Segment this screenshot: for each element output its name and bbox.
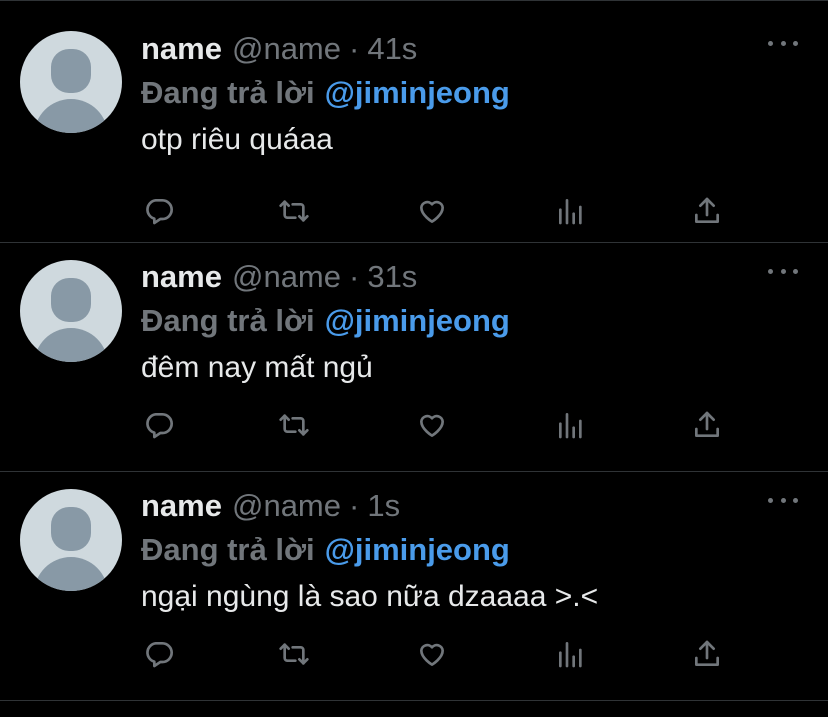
reply-icon[interactable]	[141, 636, 177, 672]
replying-to-label: Đang trả lời	[141, 75, 315, 110]
avatar[interactable]	[20, 260, 122, 362]
timeline: name @name · 41s Đang trả lời @jiminjeong…	[0, 0, 828, 701]
more-icon[interactable]	[768, 494, 798, 506]
display-name[interactable]: name	[141, 31, 222, 67]
user-handle[interactable]: @name	[232, 31, 341, 67]
avatar[interactable]	[20, 31, 122, 133]
mention-link[interactable]: @jiminjeong	[325, 532, 510, 567]
tweet[interactable]: name @name · 1s Đang trả lời @jiminjeong …	[0, 472, 828, 701]
retweet-icon[interactable]	[276, 636, 312, 672]
tweet-header: name @name · 41s	[141, 31, 798, 71]
more-icon[interactable]	[768, 265, 798, 277]
share-icon[interactable]	[689, 193, 725, 229]
display-name[interactable]: name	[141, 259, 222, 295]
separator: ·	[349, 31, 360, 66]
action-bar	[141, 407, 731, 443]
user-handle[interactable]: @name	[232, 488, 341, 524]
share-icon[interactable]	[689, 636, 725, 672]
avatar[interactable]	[20, 489, 122, 591]
separator: ·	[349, 488, 360, 523]
reply-icon[interactable]	[141, 407, 177, 443]
replying-to: Đang trả lời @jiminjeong	[141, 71, 798, 115]
tweet-text: đêm nay mất ngủ	[141, 351, 373, 384]
tweet-header: name @name · 1s	[141, 488, 798, 528]
timestamp[interactable]: 1s	[367, 488, 400, 524]
timestamp[interactable]: 41s	[367, 31, 417, 67]
more-icon[interactable]	[768, 37, 798, 49]
replying-to-label: Đang trả lời	[141, 303, 315, 338]
separator: ·	[349, 259, 360, 294]
retweet-icon[interactable]	[276, 193, 312, 229]
user-handle[interactable]: @name	[232, 259, 341, 295]
tweet[interactable]: name @name · 31s Đang trả lời @jiminjeong…	[0, 243, 828, 472]
mention-link[interactable]: @jiminjeong	[325, 303, 510, 338]
analytics-icon[interactable]	[553, 636, 589, 672]
replying-to-label: Đang trả lời	[141, 532, 315, 567]
tweet[interactable]: name @name · 41s Đang trả lời @jiminjeong…	[0, 0, 828, 243]
analytics-icon[interactable]	[553, 407, 589, 443]
like-icon[interactable]	[414, 193, 450, 229]
mention-link[interactable]: @jiminjeong	[325, 75, 510, 110]
like-icon[interactable]	[414, 636, 450, 672]
action-bar	[141, 636, 731, 672]
analytics-icon[interactable]	[553, 193, 589, 229]
like-icon[interactable]	[414, 407, 450, 443]
tweet-header: name @name · 31s	[141, 259, 798, 299]
reply-icon[interactable]	[141, 193, 177, 229]
replying-to: Đang trả lời @jiminjeong	[141, 299, 798, 343]
share-icon[interactable]	[689, 407, 725, 443]
tweet-text: otp riêu quáaa	[141, 123, 333, 156]
timestamp[interactable]: 31s	[367, 259, 417, 295]
tweet-text: ngại ngùng là sao nữa dzaaaa >.<	[141, 580, 599, 613]
action-bar	[141, 193, 731, 229]
display-name[interactable]: name	[141, 488, 222, 524]
retweet-icon[interactable]	[276, 407, 312, 443]
replying-to: Đang trả lời @jiminjeong	[141, 528, 798, 572]
